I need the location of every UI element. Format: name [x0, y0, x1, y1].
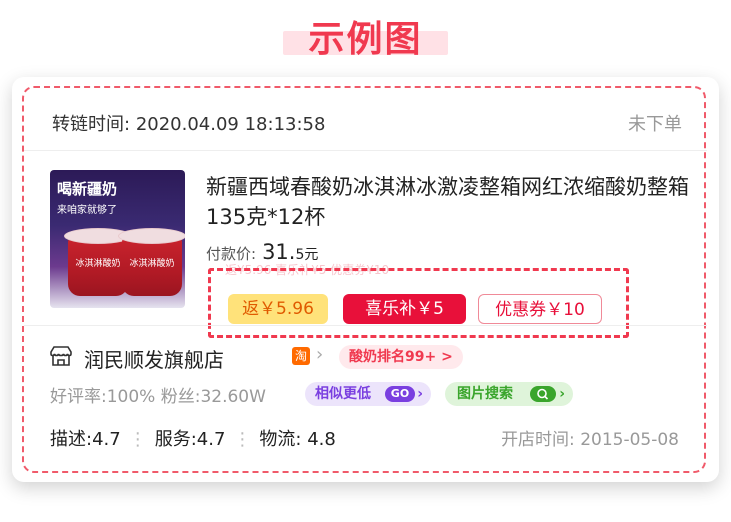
chevron-right-icon: › [417, 386, 423, 402]
similar-cheaper-button[interactable]: 相似更低 GO › [305, 382, 431, 406]
yogurt-cup: 冰淇淋酸奶 [118, 228, 185, 296]
coupon-tag[interactable]: 优惠券￥10 [478, 294, 602, 324]
rank-badge[interactable]: 酸奶排名99+ > [339, 345, 463, 369]
link-time-label: 转链时间: [52, 114, 131, 135]
shop-name[interactable]: 润民顺发旗舰店 [84, 344, 224, 373]
chevron-right-icon: › [559, 386, 565, 402]
product-image[interactable]: 喝新疆奶 来咱家就够了 冰淇淋酸奶 冰淇淋酸奶 [50, 170, 185, 308]
order-status: 未下单 [628, 114, 682, 135]
page-title: 示例图 [308, 19, 423, 60]
cup-lid [118, 228, 185, 244]
product-name[interactable]: 新疆西域春酸奶冰淇淋冰激凌整箱网红浓缩酸奶整箱135克*12杯 [206, 172, 696, 232]
image-search-button[interactable]: 图片搜索 › [445, 382, 573, 406]
divider: ⋮ [233, 429, 252, 450]
shop-open-time: 开店时间: 2015-05-08 [501, 430, 679, 450]
cup-text: 冰淇淋酸奶 [75, 259, 121, 269]
taobao-badge: 淘 [292, 347, 310, 365]
yogurt-cup: 冰淇淋酸奶 [64, 228, 132, 296]
image-search-label: 图片搜索 [457, 386, 513, 402]
search-icon [530, 386, 556, 402]
divider: ⋮ [128, 429, 147, 450]
xilebu-tag: 喜乐补￥5 [343, 294, 466, 324]
image-sub: 来咱家就够了 [57, 205, 117, 216]
divider [24, 325, 707, 326]
link-time-row: 转链时间: 2020.04.09 18:13:58 未下单 [52, 110, 682, 136]
rating-row: 描述:4.7 ⋮ 服务:4.7 ⋮ 物流: 4.8 [50, 425, 336, 451]
go-badge: GO [385, 386, 415, 402]
rebate-tag: 返￥5.96 [228, 294, 328, 324]
logistics-score: 物流: 4.8 [259, 429, 336, 450]
page-title-wrap: 示例图 [0, 14, 731, 66]
image-badge: 喝新疆奶 [57, 180, 118, 198]
similar-label: 相似更低 [315, 386, 371, 402]
cup-text: 冰淇淋酸奶 [129, 259, 175, 269]
service-score: 服务:4.7 [154, 429, 226, 450]
shop-stats: 好评率:100% 粉丝:32.60W [50, 387, 266, 407]
store-icon [50, 346, 72, 366]
chevron-right-icon: › [316, 344, 324, 365]
order-card: 转链时间: 2020.04.09 18:13:58 未下单 喝新疆奶 来咱家就够… [12, 77, 719, 482]
describe-score: 描述:4.7 [50, 429, 121, 450]
link-time-value: 2020.04.09 18:13:58 [135, 114, 326, 135]
divider [24, 150, 707, 151]
